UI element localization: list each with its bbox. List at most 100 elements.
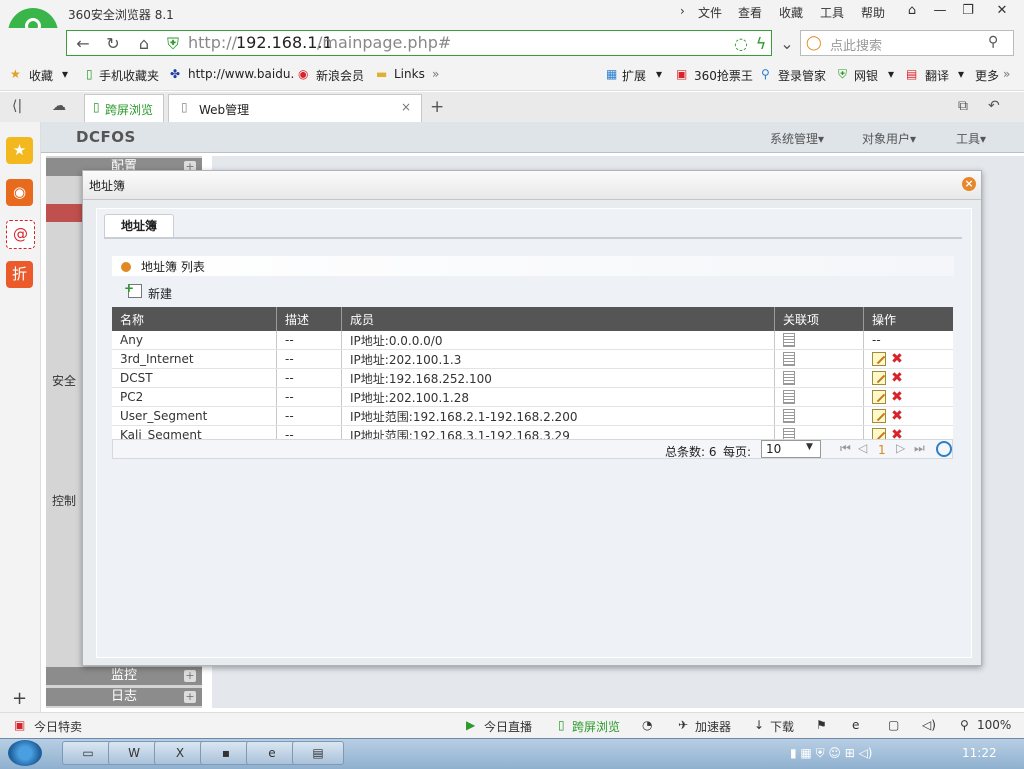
sound-icon[interactable]: ◁) — [922, 718, 936, 732]
word-task-icon[interactable]: W — [108, 741, 160, 765]
home-icon[interactable]: ⌂ — [133, 33, 155, 55]
accelerator-button[interactable]: 加速器 — [695, 718, 731, 735]
shield-icon[interactable]: ⛨ — [162, 33, 184, 55]
cell-ops[interactable]: ✖ — [863, 368, 953, 388]
related-items-icon[interactable] — [783, 333, 795, 348]
delete-icon[interactable]: ✖ — [890, 352, 904, 366]
sidebar-toggle-icon[interactable]: ⟨| — [12, 98, 22, 114]
menu-tools[interactable]: 工具 — [820, 4, 844, 21]
download-button[interactable]: 下载 — [770, 718, 794, 735]
restore-tabs-icon[interactable]: ⧉ — [958, 98, 968, 114]
browser-task-icon[interactable]: e — [246, 741, 298, 765]
col-member[interactable]: 成员 — [341, 307, 775, 331]
ie-icon[interactable]: e — [852, 718, 859, 732]
favorites-star-icon[interactable]: ★ — [6, 137, 33, 164]
delete-icon[interactable]: ✖ — [890, 371, 904, 385]
bookmark-sina[interactable]: 新浪会员 — [316, 67, 364, 84]
prev-page-icon[interactable]: ◁ — [858, 441, 867, 455]
edit-icon[interactable] — [872, 409, 886, 424]
tool-login[interactable]: 登录管家 — [778, 67, 826, 84]
edit-icon[interactable] — [872, 390, 886, 405]
window-icon[interactable]: ▢ — [888, 718, 899, 732]
related-items-icon[interactable] — [783, 409, 795, 424]
related-items-icon[interactable] — [783, 390, 795, 405]
undo-icon[interactable]: ↶ — [988, 98, 1000, 114]
close-tab-icon[interactable]: × — [401, 100, 411, 114]
tool-more[interactable]: 更多 — [975, 67, 999, 84]
archive-task-icon[interactable]: ▤ — [292, 741, 344, 765]
menu-system-admin[interactable]: 系统管理▾ — [770, 130, 824, 147]
cell-related[interactable] — [774, 349, 864, 369]
discount-icon[interactable]: 折 — [6, 261, 33, 288]
table-row[interactable]: PC2 -- IP地址:202.100.1.28 ✖ — [112, 387, 953, 407]
menu-view[interactable]: 查看 — [738, 4, 762, 21]
cell-ops[interactable]: ✖ — [863, 387, 953, 407]
back-arrow-icon[interactable]: ← — [72, 33, 94, 55]
menu-help[interactable]: 帮助 — [861, 4, 885, 21]
dropdown-arrow-icon[interactable]: ▾ — [62, 67, 68, 81]
skin-icon[interactable]: ⌂ — [898, 0, 926, 22]
zoom-icon[interactable]: ⚲ — [960, 718, 969, 732]
explorer-task-icon[interactable]: ▭ — [62, 741, 114, 765]
nav-group-control[interactable]: 控制 — [52, 492, 76, 509]
more-bookmarks-icon[interactable]: » — [432, 67, 439, 81]
col-ops[interactable]: 操作 — [863, 307, 953, 331]
cell-ops[interactable]: ✖ — [863, 349, 953, 369]
mail-icon[interactable]: @ — [6, 220, 35, 249]
new-entry-button[interactable]: 新建 — [148, 285, 172, 302]
select-arrow-icon[interactable]: ▼ — [806, 442, 813, 452]
extensions-dropdown-icon[interactable]: ▾ — [656, 67, 662, 81]
table-row[interactable]: Any -- IP地址:0.0.0.0/0 -- — [112, 331, 953, 350]
cell-related[interactable] — [774, 406, 864, 426]
col-desc[interactable]: 描述 — [276, 307, 342, 331]
tool-tickets[interactable]: 360抢票王 — [694, 67, 753, 84]
close-button[interactable]: ✕ — [988, 0, 1016, 22]
edit-icon[interactable] — [872, 352, 886, 367]
col-name[interactable]: 名称 — [112, 307, 277, 331]
cell-related[interactable] — [774, 331, 864, 350]
more-tools-icon[interactable]: » — [1003, 67, 1010, 81]
tool-extensions[interactable]: 扩展 — [622, 67, 646, 84]
minimize-button[interactable]: — — [926, 0, 954, 22]
translate-dropdown-icon[interactable]: ▾ — [958, 67, 964, 81]
dialog-title-bar[interactable] — [83, 171, 981, 200]
bank-dropdown-icon[interactable]: ▾ — [888, 67, 894, 81]
tool-bank[interactable]: 网银 — [854, 67, 878, 84]
col-related[interactable]: 关联项 — [774, 307, 864, 331]
nav-section-monitor[interactable]: 监控 + — [46, 667, 202, 685]
tab-web-admin[interactable]: ▯ Web管理 × — [168, 94, 422, 122]
dialog-close-icon[interactable]: × — [962, 177, 976, 191]
screen-browse-button[interactable]: 跨屏浏览 — [572, 718, 620, 735]
tray-icons[interactable]: ▮ ▦ ⛨ ☺ ⊞ ◁) — [790, 746, 873, 761]
cell-ops[interactable]: ✖ — [863, 406, 953, 426]
add-sidebar-icon[interactable]: + — [12, 688, 27, 709]
first-page-icon[interactable]: ⏮ — [840, 441, 851, 456]
today-deals[interactable]: 今日特卖 — [34, 718, 82, 735]
menu-tools-app[interactable]: 工具▾ — [956, 130, 986, 147]
flag-icon[interactable]: ⚑ — [816, 718, 827, 732]
new-entry-icon[interactable] — [124, 281, 142, 298]
weibo-icon[interactable]: ◉ — [6, 179, 33, 206]
excel-task-icon[interactable]: X — [154, 741, 206, 765]
refresh-icon[interactable]: ↻ — [102, 33, 124, 55]
maximize-button[interactable]: ❐ — [954, 0, 982, 22]
refresh-list-icon[interactable] — [936, 441, 952, 457]
delete-icon[interactable]: ✖ — [890, 409, 904, 423]
last-page-icon[interactable]: ⏭ — [914, 441, 925, 456]
related-items-icon[interactable] — [783, 371, 795, 386]
bookmark-links[interactable]: Links — [394, 67, 425, 81]
nav-section-log[interactable]: 日志 + — [46, 688, 202, 706]
cell-related[interactable] — [774, 368, 864, 388]
tab-screen-browse[interactable]: ▯ 跨屏浏览 — [84, 94, 164, 122]
delete-icon[interactable]: ✖ — [890, 390, 904, 404]
search-icon[interactable]: ⚲ — [988, 34, 998, 50]
edit-icon[interactable] — [872, 371, 886, 386]
bookmark-baidu[interactable]: http://www.baidu. — [188, 67, 294, 81]
bookmark-favorites[interactable]: 收藏 — [29, 67, 53, 84]
live-button[interactable]: 今日直播 — [484, 718, 532, 735]
speed-icon[interactable]: ◔ — [642, 718, 652, 732]
cell-related[interactable] — [774, 387, 864, 407]
bookmark-mobile[interactable]: 手机收藏夹 — [99, 67, 159, 84]
nav-group-security[interactable]: 安全 — [52, 372, 76, 389]
menu-file[interactable]: 文件 — [698, 4, 722, 21]
